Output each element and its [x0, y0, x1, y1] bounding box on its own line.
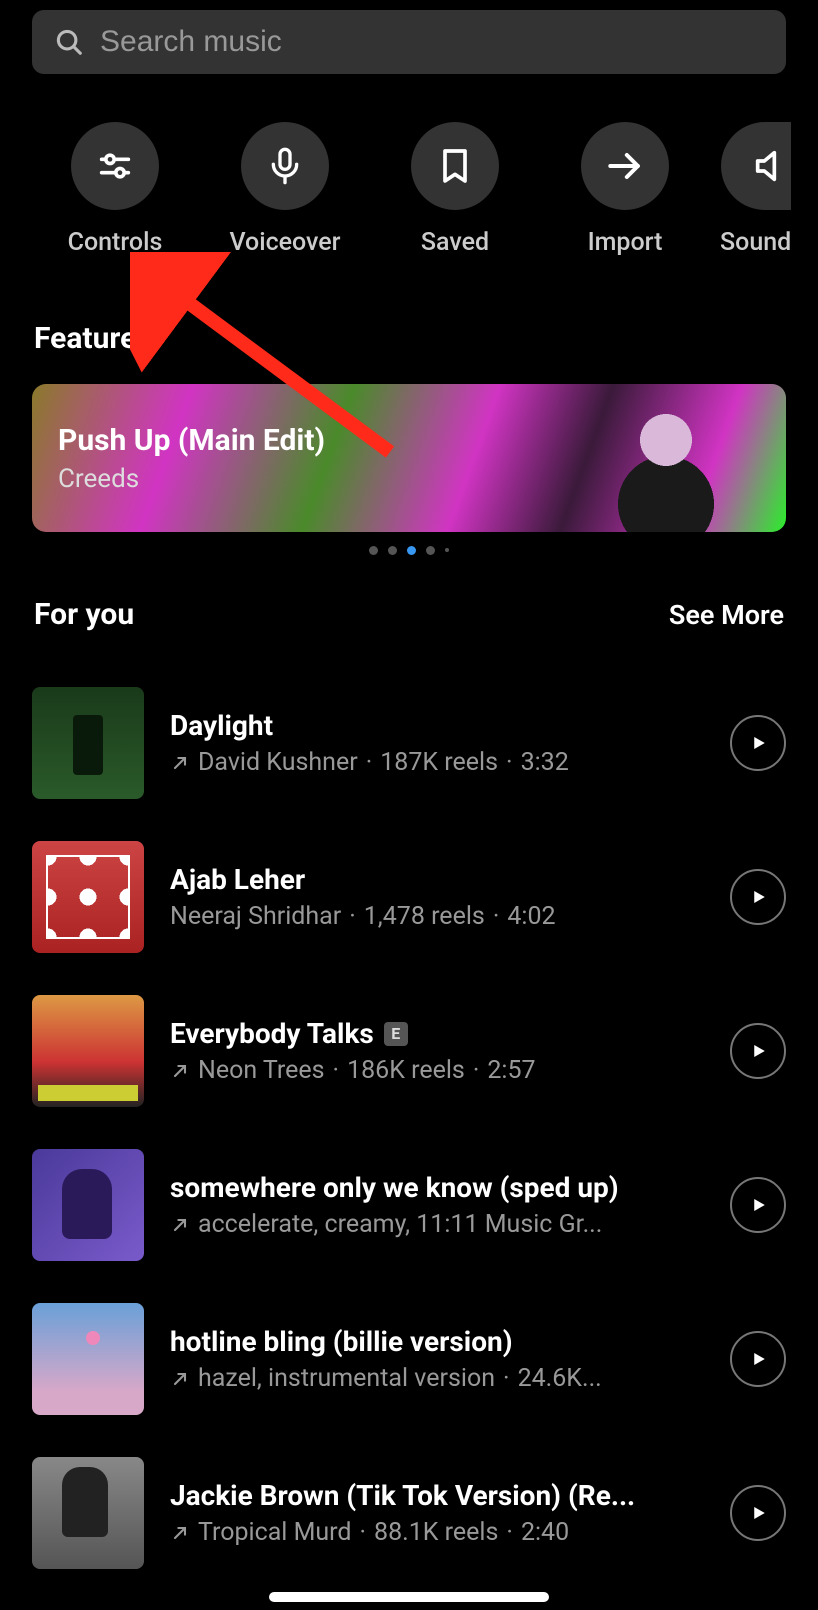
track-subtitle: accelerate, creamy, 11:11 Music Gr... [170, 1210, 704, 1239]
voiceover-button[interactable] [241, 122, 329, 210]
play-icon [749, 1042, 767, 1060]
track-title: Ajab Leher [170, 863, 704, 896]
play-button[interactable] [730, 1177, 786, 1233]
play-icon [749, 1350, 767, 1368]
controls-button[interactable] [71, 122, 159, 210]
album-art [32, 1303, 144, 1415]
album-art [32, 1149, 144, 1261]
tool-label: Voiceover [229, 228, 340, 257]
tool-label: Import [588, 228, 663, 257]
tool-voiceover[interactable]: Voiceover [210, 122, 360, 257]
album-art [32, 841, 144, 953]
trending-icon [170, 1369, 190, 1389]
tool-label: Saved [421, 228, 489, 257]
track-subtitle: Neon Trees · 186K reels · 2:57 [170, 1056, 704, 1085]
dot[interactable] [388, 546, 397, 555]
play-icon [749, 1504, 767, 1522]
track-title: Daylight [170, 709, 704, 742]
play-icon [749, 1196, 767, 1214]
arrow-right-icon [603, 144, 647, 188]
trending-icon [170, 753, 190, 773]
dot-active[interactable] [407, 546, 416, 555]
carousel-dots[interactable] [0, 546, 818, 555]
tool-label: Controls [68, 228, 163, 257]
track-subtitle: hazel, instrumental version · 24.6K... [170, 1364, 704, 1393]
microphone-icon [265, 146, 305, 186]
track-title: Everybody TalksE [170, 1017, 704, 1050]
trending-icon [170, 1523, 190, 1543]
search-input[interactable] [100, 25, 764, 59]
track-row[interactable]: somewhere only we know (sped up) acceler… [32, 1128, 786, 1282]
tool-import[interactable]: Import [550, 122, 700, 257]
featured-heading: Featured [0, 257, 818, 374]
track-row[interactable]: Daylight David Kushner · 187K reels · 3:… [32, 666, 786, 820]
track-list: Daylight David Kushner · 187K reels · 3:… [0, 650, 818, 1590]
explicit-badge: E [384, 1022, 408, 1046]
search-bar[interactable] [32, 10, 786, 74]
tool-sound[interactable]: Sound [720, 122, 791, 257]
search-icon [54, 27, 84, 57]
play-icon [749, 734, 767, 752]
track-title: Jackie Brown (Tik Tok Version) (Re... [170, 1479, 704, 1512]
track-subtitle: Tropical Murd · 88.1K reels · 2:40 [170, 1518, 704, 1547]
featured-card[interactable]: Push Up (Main Edit) Creeds [32, 384, 786, 532]
play-button[interactable] [730, 869, 786, 925]
speaker-icon [751, 146, 791, 186]
play-button[interactable] [730, 715, 786, 771]
track-title: hotline bling (billie version) [170, 1325, 704, 1358]
play-button[interactable] [730, 1023, 786, 1079]
section-title: For you [34, 597, 134, 632]
track-row[interactable]: Jackie Brown (Tik Tok Version) (Re... Tr… [32, 1436, 786, 1590]
sound-button[interactable] [721, 122, 791, 210]
home-indicator[interactable] [269, 1592, 549, 1602]
dot[interactable] [426, 546, 435, 555]
play-button[interactable] [730, 1331, 786, 1387]
album-art [32, 687, 144, 799]
dot[interactable] [369, 546, 378, 555]
track-row[interactable]: Everybody TalksE Neon Trees · 186K reels… [32, 974, 786, 1128]
track-subtitle: Neeraj Shridhar · 1,478 reels · 4:02 [170, 902, 704, 931]
saved-button[interactable] [411, 122, 499, 210]
tool-saved[interactable]: Saved [380, 122, 530, 257]
album-art [32, 995, 144, 1107]
trending-icon [170, 1061, 190, 1081]
play-button[interactable] [730, 1485, 786, 1541]
track-row[interactable]: Ajab Leher Neeraj Shridhar · 1,478 reels… [32, 820, 786, 974]
album-art [32, 1457, 144, 1569]
play-icon [749, 888, 767, 906]
featured-artist: Creeds [58, 464, 325, 494]
featured-title: Push Up (Main Edit) [58, 423, 325, 458]
sliders-icon [95, 146, 135, 186]
section-title: Featured [34, 321, 153, 356]
for-you-heading: For you See More [0, 555, 818, 650]
track-subtitle: David Kushner · 187K reels · 3:32 [170, 748, 704, 777]
tool-row: Controls Voiceover Saved Import Sound [0, 74, 818, 257]
track-title: somewhere only we know (sped up) [170, 1171, 704, 1204]
tool-label: Sound [720, 228, 791, 257]
bookmark-icon [435, 146, 475, 186]
dot[interactable] [445, 548, 449, 552]
trending-icon [170, 1215, 190, 1235]
tool-controls[interactable]: Controls [40, 122, 190, 257]
track-row[interactable]: hotline bling (billie version) hazel, in… [32, 1282, 786, 1436]
import-button[interactable] [581, 122, 669, 210]
see-more-link[interactable]: See More [669, 599, 784, 631]
